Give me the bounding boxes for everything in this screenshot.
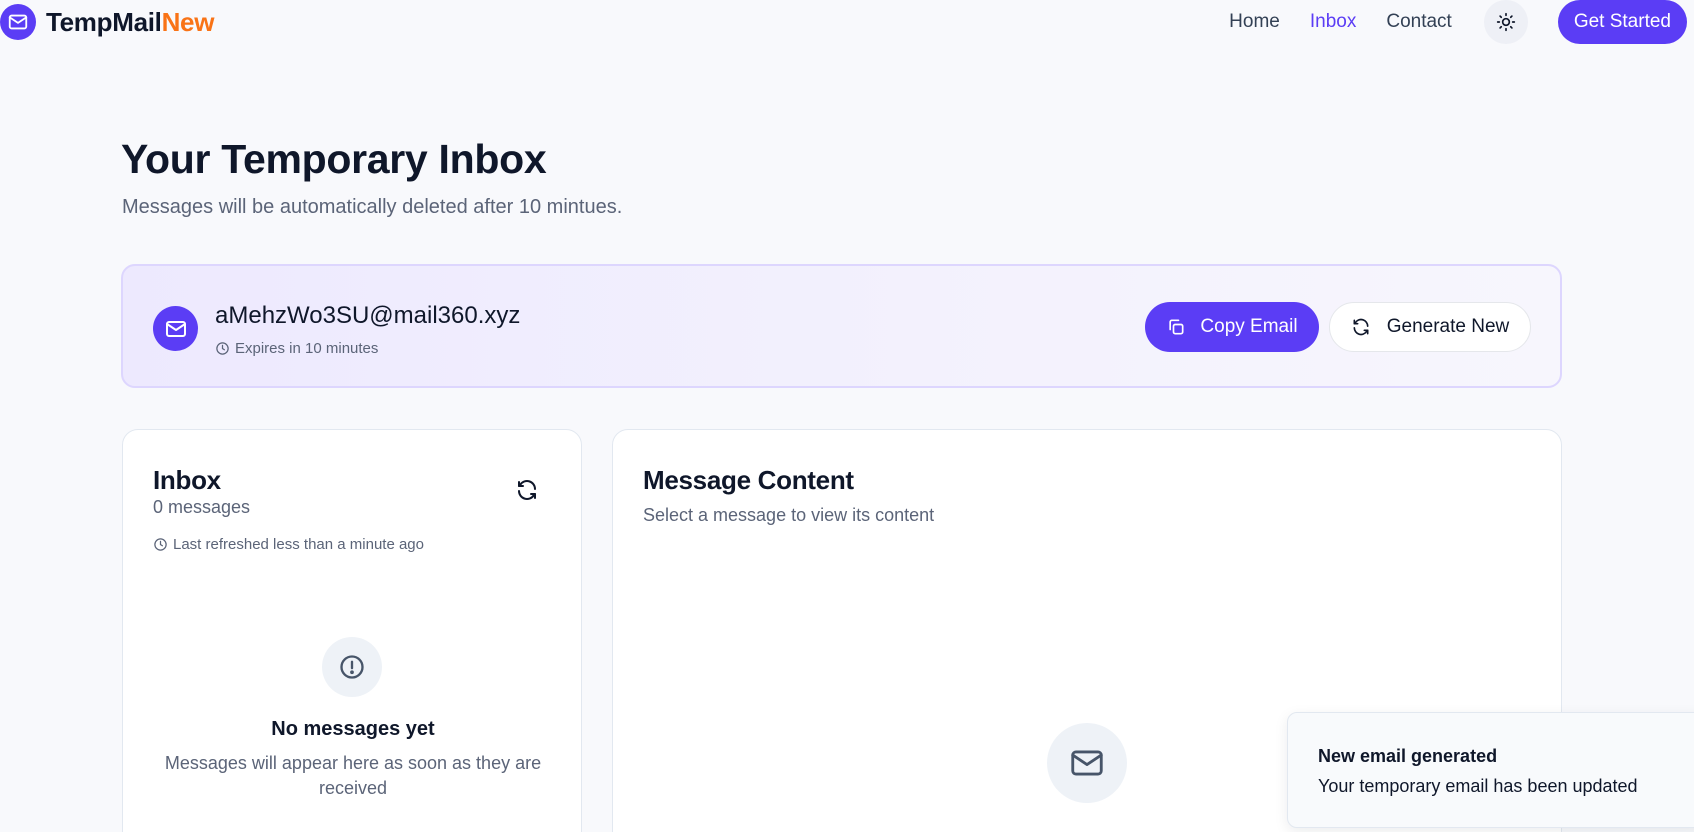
brand-name-accent: New <box>161 6 215 37</box>
inbox-panel: Inbox 0 messages Last refreshed less tha… <box>122 429 582 832</box>
empty-inbox-title: No messages yet <box>271 718 435 740</box>
copy-email-label: Copy Email <box>1200 316 1298 337</box>
empty-message-indicator <box>1047 723 1127 803</box>
generate-new-button[interactable]: Generate New <box>1329 302 1531 352</box>
email-address[interactable]: aMehzWo3SU@mail360.xyz <box>215 302 520 330</box>
clock-icon <box>216 342 229 355</box>
refresh-icon <box>1353 318 1369 336</box>
mail-icon <box>1071 750 1103 776</box>
message-content-title: Message Content <box>643 465 854 495</box>
last-refreshed-text: Last refreshed less than a minute ago <box>173 536 424 553</box>
email-address-card: aMehzWo3SU@mail360.xyz Expires in 10 min… <box>121 264 1562 388</box>
copy-icon <box>1169 319 1184 335</box>
copy-email-button[interactable]: Copy Email <box>1145 302 1319 352</box>
generate-new-label: Generate New <box>1386 316 1510 337</box>
mail-icon <box>0 4 36 40</box>
refresh-inbox-button[interactable] <box>515 478 539 502</box>
message-count: 0 messages <box>153 497 251 517</box>
empty-inbox-indicator <box>322 637 382 697</box>
toast-description: Your temporary email has been updated <box>1318 776 1638 796</box>
brand[interactable]: TempMailNew <box>0 4 214 40</box>
expires-info: Expires in 10 minutes <box>215 340 378 357</box>
page-subtitle: Messages will be automatically deleted a… <box>122 196 623 218</box>
toast-title: New email generated <box>1318 746 1498 766</box>
page-title: Your Temporary Inbox <box>121 136 547 182</box>
top-navbar: TempMailNew Home Inbox Contact Get Start… <box>0 0 1694 44</box>
main-nav: Home Inbox Contact Get Started <box>1229 0 1694 44</box>
mail-icon <box>153 306 198 351</box>
nav-link-inbox[interactable]: Inbox <box>1310 11 1356 33</box>
inbox-title: Inbox <box>153 465 221 495</box>
sun-icon <box>1496 12 1515 32</box>
theme-toggle-button[interactable] <box>1483 0 1528 44</box>
refresh-icon <box>518 480 536 500</box>
empty-inbox-description: Messages will appear here as soon as the… <box>164 753 542 798</box>
expires-text: Expires in 10 minutes <box>235 340 379 357</box>
brand-name: TempMailNew <box>46 7 214 38</box>
toast-notification[interactable]: New email generated Your temporary email… <box>1287 712 1694 828</box>
alert-circle-icon <box>340 655 364 679</box>
nav-link-contact[interactable]: Contact <box>1386 11 1451 33</box>
clock-icon <box>154 538 167 551</box>
last-refreshed: Last refreshed less than a minute ago <box>153 536 424 553</box>
brand-name-main: TempMail <box>46 6 162 37</box>
get-started-button[interactable]: Get Started <box>1557 0 1687 44</box>
nav-link-home[interactable]: Home <box>1229 11 1280 33</box>
message-content-subtitle: Select a message to view its content <box>643 505 935 525</box>
